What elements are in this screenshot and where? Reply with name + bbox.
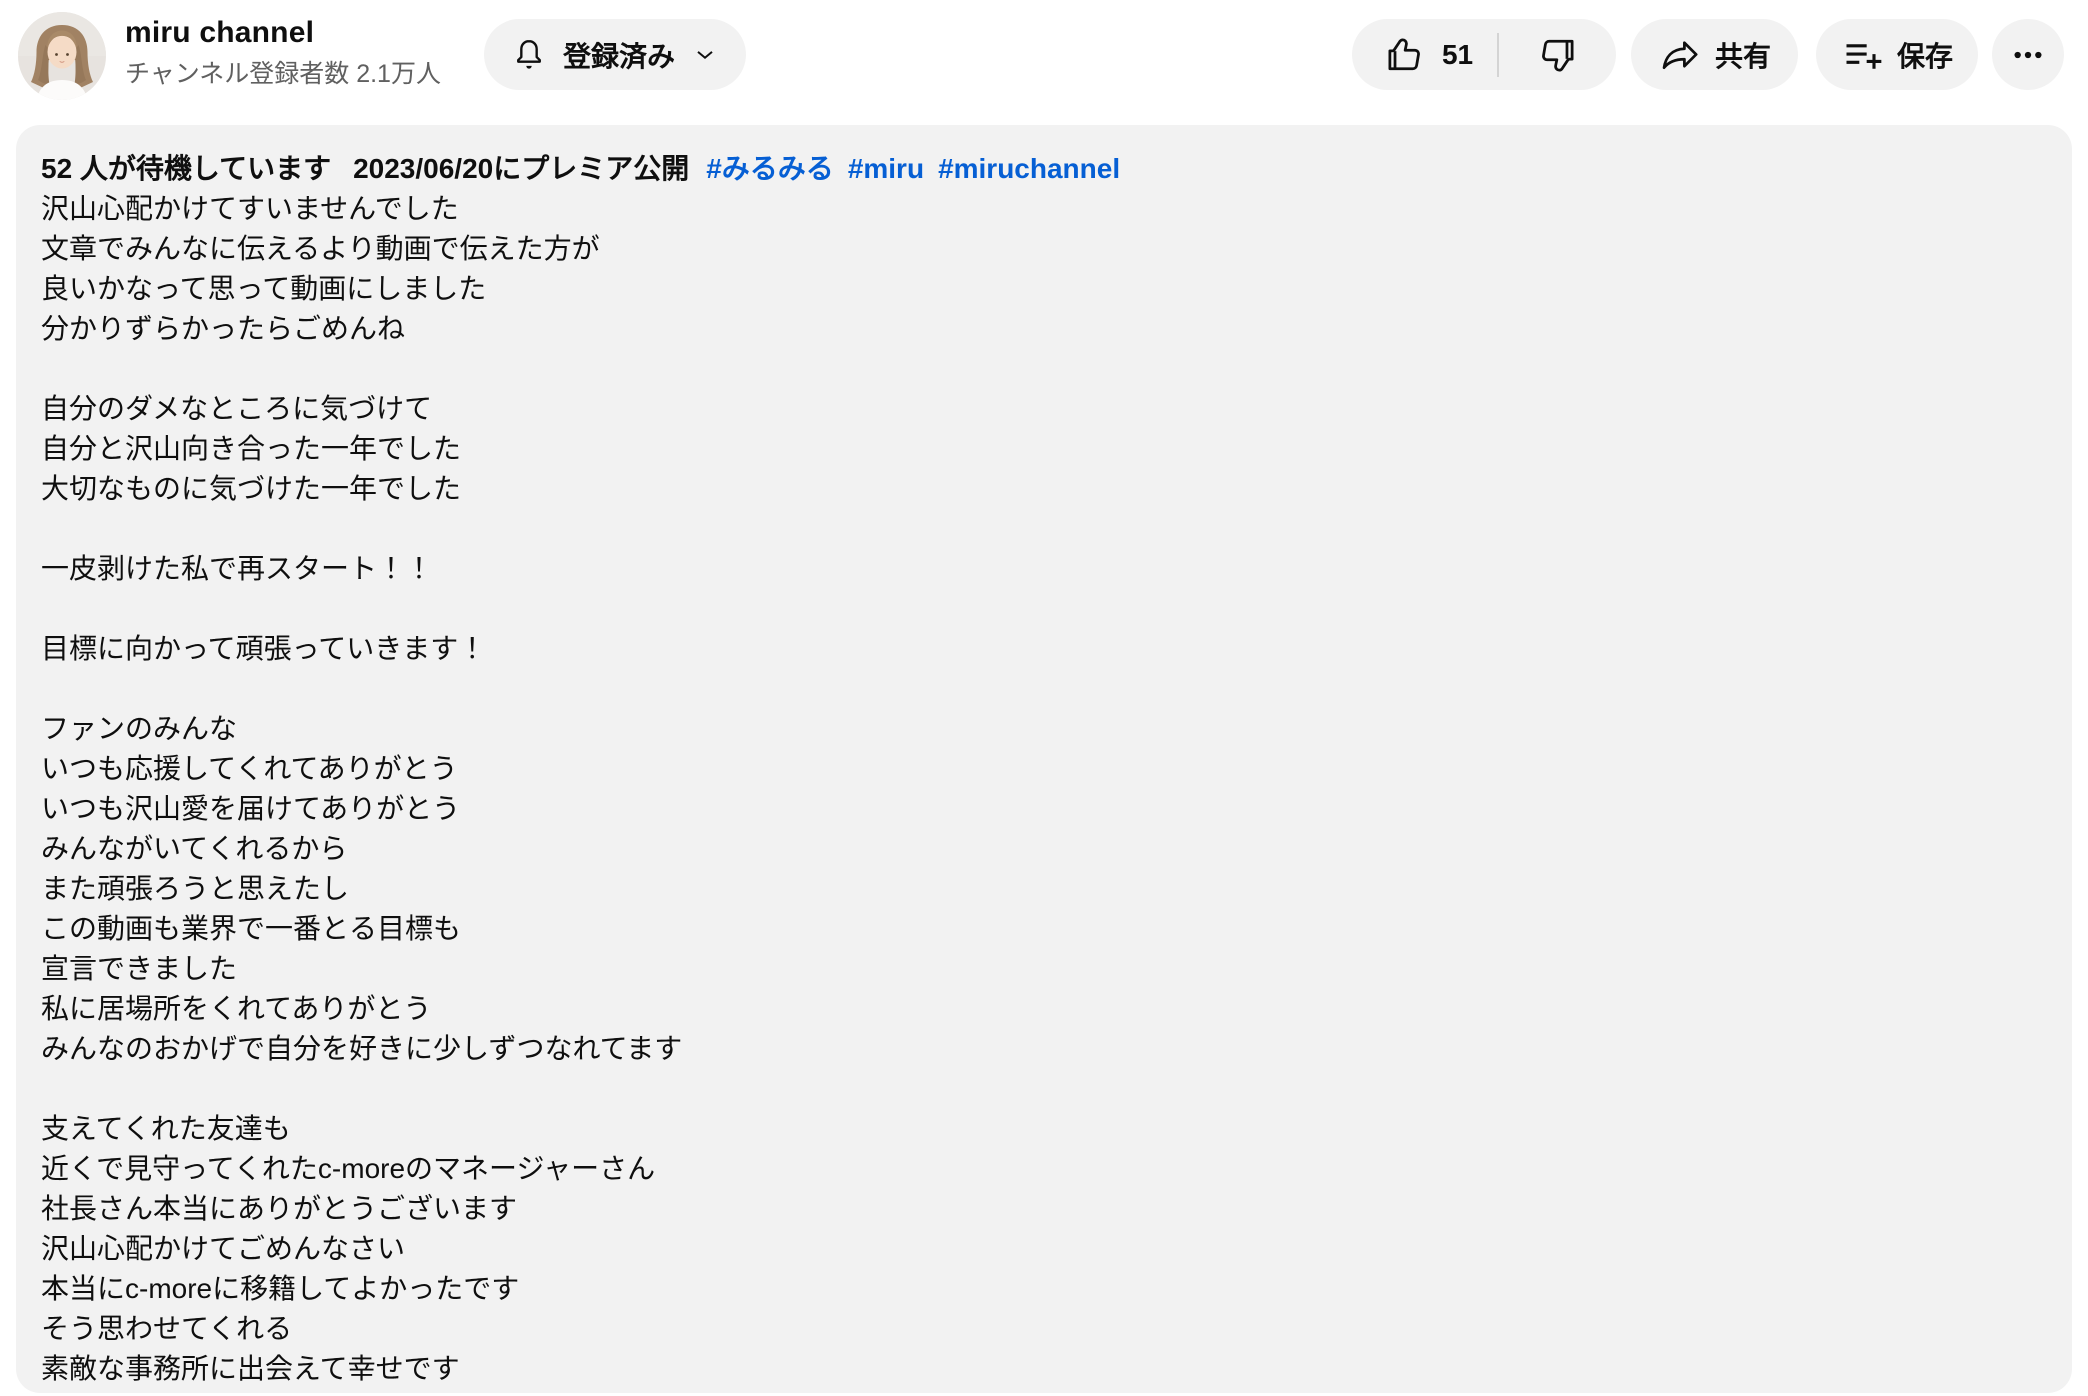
video-actions: 51 [1352, 19, 2064, 90]
avatar-image [18, 12, 106, 100]
like-button[interactable]: 51 [1352, 19, 1497, 90]
watch-page: miru channel チャンネル登録者数 2.1万人 登録済み [0, 0, 2088, 1396]
share-arrow-icon [1658, 33, 1702, 77]
hashtag-link-mirumiru[interactable]: #みるみる [706, 149, 834, 189]
hashtag-link-miruchannel[interactable]: #miruchannel [938, 149, 1120, 189]
channel-name[interactable]: miru channel [125, 16, 441, 50]
like-dislike-pill: 51 [1352, 19, 1616, 90]
more-dots-icon [2008, 35, 2048, 75]
like-count: 51 [1442, 39, 1473, 71]
subscribed-label: 登録済み [563, 35, 675, 75]
save-label: 保存 [1897, 35, 1953, 75]
waiting-status: 52 人が待機しています [41, 149, 331, 189]
description-box[interactable]: 52 人が待機しています 2023/06/20にプレミア公開 #みるみる #mi… [16, 125, 2072, 1393]
channel-avatar[interactable] [18, 12, 106, 100]
chevron-down-icon [690, 40, 720, 70]
hashtag-link-miru[interactable]: #miru [848, 149, 924, 189]
share-label: 共有 [1715, 35, 1771, 75]
premiere-meta-line: 52 人が待機しています 2023/06/20にプレミア公開 #みるみる #mi… [41, 149, 2042, 189]
thumb-down-icon [1536, 33, 1580, 77]
thumb-up-icon [1382, 33, 1426, 77]
channel-meta: miru channel チャンネル登録者数 2.1万人 [125, 16, 441, 88]
more-actions-button[interactable] [1992, 19, 2064, 90]
subscribed-button[interactable]: 登録済み [484, 19, 746, 90]
save-button[interactable]: 保存 [1816, 19, 1978, 90]
dislike-button[interactable] [1499, 19, 1616, 90]
subscriber-count: チャンネル登録者数 2.1万人 [125, 60, 441, 88]
share-button[interactable]: 共有 [1631, 19, 1798, 90]
hashtag-list: #みるみる #miru #miruchannel [706, 149, 1120, 189]
premiere-date: 2023/06/20にプレミア公開 [353, 149, 689, 189]
bell-icon [510, 36, 548, 74]
playlist-add-icon [1841, 33, 1885, 77]
description-body: 沢山心配かけてすいませんでした 文章でみんなに伝えるより動画で伝えた方が 良いか… [41, 189, 2042, 1389]
